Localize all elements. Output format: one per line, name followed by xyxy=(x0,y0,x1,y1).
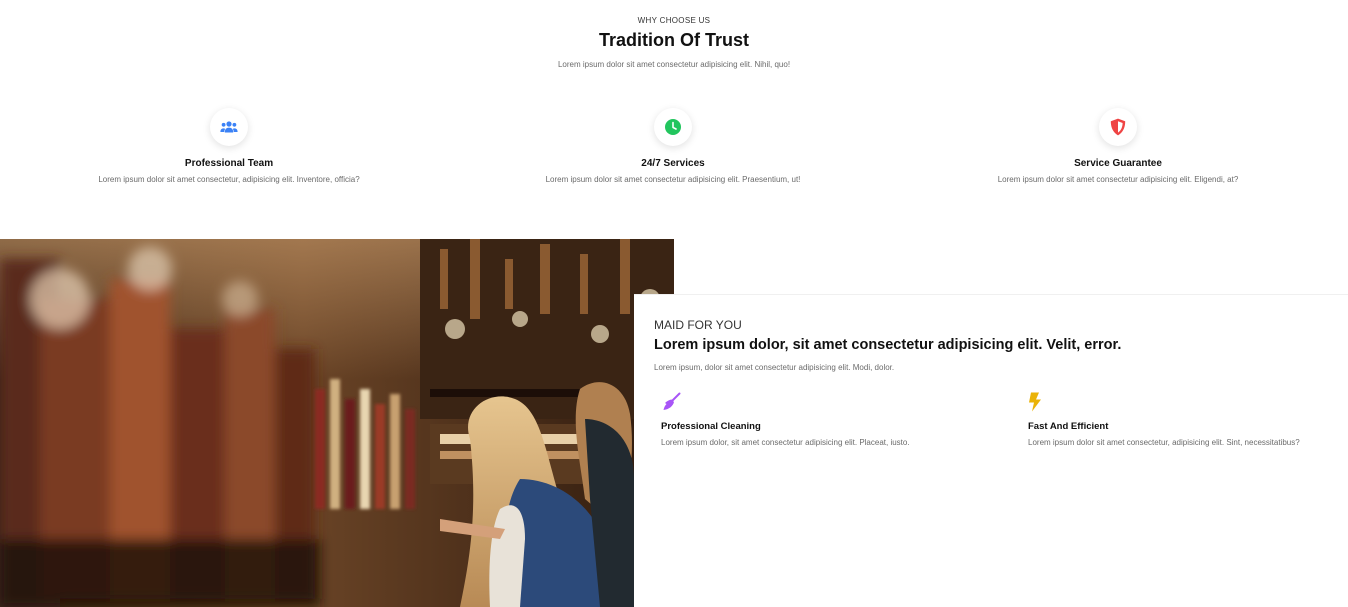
feature-professional-team: Professional Team Lorem ipsum dolor sit … xyxy=(39,108,419,184)
mini-feature-fast-and-efficient: Fast And Efficient Lorem ipsum dolor sit… xyxy=(1028,391,1300,447)
maid-subtitle: Lorem ipsum, dolor sit amet consectetur … xyxy=(654,363,895,372)
broom-icon xyxy=(663,392,681,410)
shield-icon-circle xyxy=(1099,108,1137,146)
maid-title: Lorem ipsum dolor, sit amet consectetur … xyxy=(654,337,1122,353)
mini-feature-text: Lorem ipsum dolor sit amet consectetur, … xyxy=(1028,438,1300,447)
mini-feature-professional-cleaning: Professional Cleaning Lorem ipsum dolor,… xyxy=(661,391,910,447)
team-icon xyxy=(220,121,238,133)
maid-panel: MAID FOR YOU Lorem ipsum dolor, sit amet… xyxy=(634,294,1348,607)
team-icon-circle xyxy=(210,108,248,146)
feature-service-guarantee: Service Guarantee Lorem ipsum dolor sit … xyxy=(928,108,1308,184)
section-title: Tradition Of Trust xyxy=(598,30,749,50)
section-eyebrow: WHY CHOOSE US xyxy=(637,16,711,25)
maid-eyebrow: MAID FOR YOU xyxy=(654,318,742,332)
page: WHY CHOOSE US Tradition Of Trust Lorem i… xyxy=(0,0,1348,607)
clock-icon xyxy=(665,119,681,135)
bolt-icon-wrap xyxy=(1028,391,1050,413)
section-subtitle: Lorem ipsum dolor sit amet consectetur a… xyxy=(557,60,791,69)
clock-icon-circle xyxy=(654,108,692,146)
feature-text: Lorem ipsum dolor sit amet consectetur, … xyxy=(98,175,360,184)
shop-photo-illustration xyxy=(0,239,674,607)
feature-text: Lorem ipsum dolor sit amet consectetur a… xyxy=(997,175,1239,184)
mini-feature-title: Professional Cleaning xyxy=(661,421,761,432)
feature-text: Lorem ipsum dolor sit amet consectetur a… xyxy=(545,175,801,184)
feature-title: Service Guarantee xyxy=(1074,158,1162,169)
feature-24-7-services: 24/7 Services Lorem ipsum dolor sit amet… xyxy=(483,108,863,184)
mini-feature-title: Fast And Efficient xyxy=(1028,421,1109,432)
feature-title: Professional Team xyxy=(184,158,274,169)
broom-icon-wrap xyxy=(661,391,683,413)
feature-title: 24/7 Services xyxy=(641,158,705,169)
shield-icon xyxy=(1110,118,1126,136)
bolt-icon xyxy=(1029,392,1041,412)
mini-feature-text: Lorem ipsum dolor, sit amet consectetur … xyxy=(661,438,910,447)
shop-photo xyxy=(0,239,674,607)
